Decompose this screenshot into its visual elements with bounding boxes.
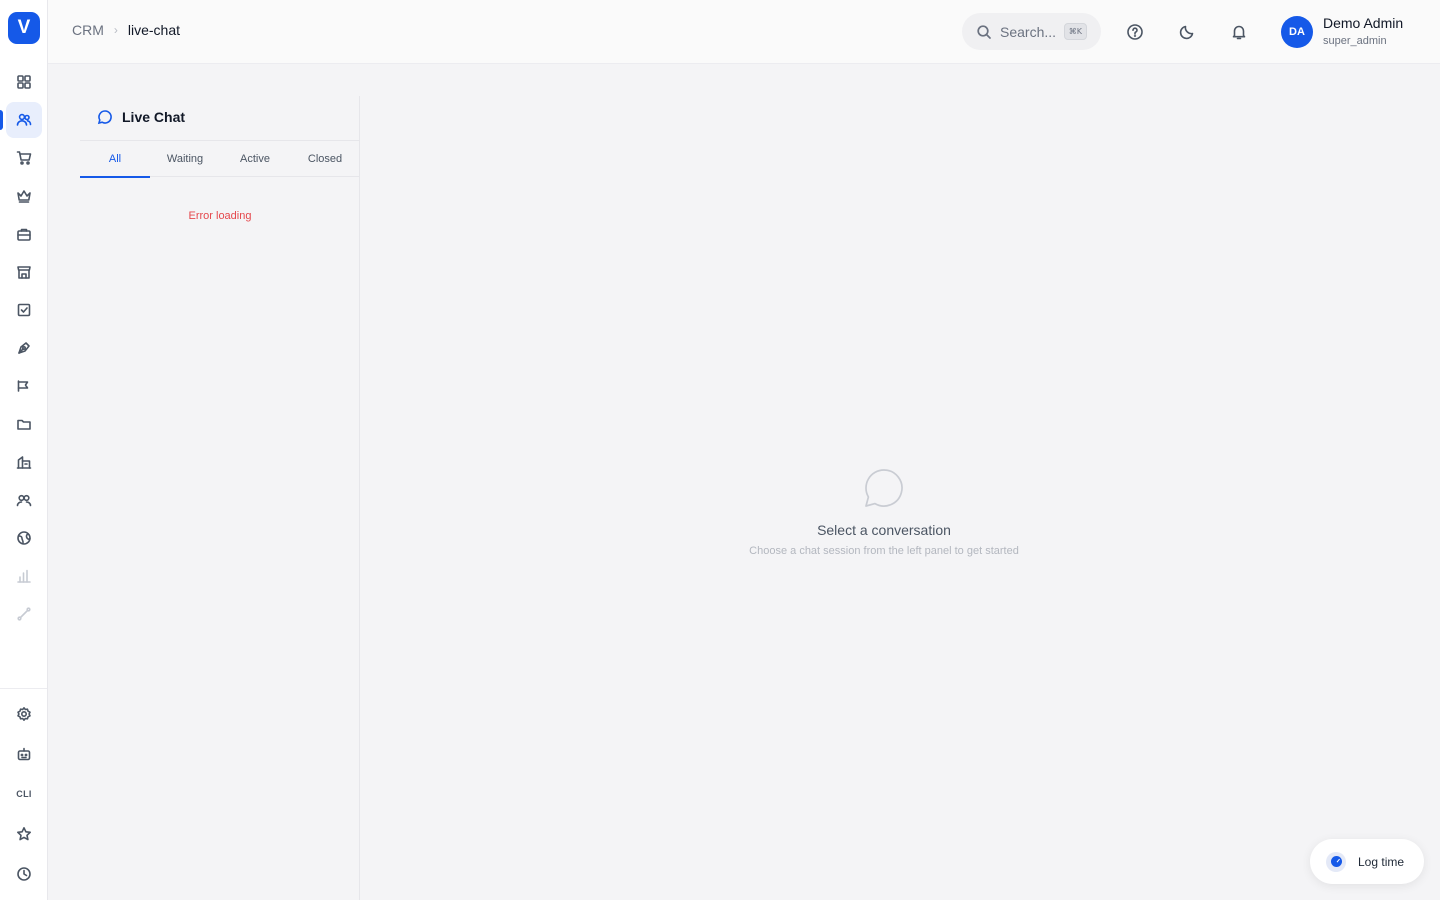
nav-history[interactable] [6, 856, 42, 892]
nav-settings[interactable] [6, 696, 42, 732]
user-name[interactable]: Demo Admin [1323, 15, 1403, 31]
nav-marketing[interactable] [6, 368, 42, 404]
nav-orders[interactable] [6, 140, 42, 176]
nav-tasks[interactable] [6, 292, 42, 328]
empty-chat-icon [865, 469, 903, 507]
nav-favorites[interactable] [6, 816, 42, 852]
nav-team[interactable] [6, 482, 42, 518]
tab-active[interactable]: Active [220, 141, 290, 177]
nav-companies[interactable] [6, 444, 42, 480]
breadcrumb: CRM › live-chat [72, 22, 180, 38]
bar-chart-icon [17, 569, 31, 583]
folder-icon [17, 419, 31, 430]
top-header: CRM › live-chat Search... ⌘K DA Demo Adm… [48, 0, 1440, 64]
empty-state-title: Select a conversation [817, 522, 951, 538]
bot-icon [17, 747, 31, 761]
store-icon [17, 266, 31, 279]
megaphone-icon [17, 380, 29, 392]
logo-letter: V [17, 17, 31, 38]
empty-state-subtitle: Choose a chat session from the left pane… [749, 545, 1019, 557]
nav-cli[interactable]: CLI [6, 776, 42, 812]
search-shortcut: ⌘K [1063, 23, 1087, 40]
sidebar-divider [0, 688, 47, 689]
app-logo[interactable]: V [8, 12, 40, 44]
tab-closed[interactable]: Closed [290, 141, 360, 177]
nav-dashboard[interactable] [6, 64, 42, 100]
active-indicator [0, 110, 3, 130]
tab-all[interactable]: All [80, 141, 150, 178]
log-time-label: Log time [1358, 854, 1405, 869]
briefcase-icon [17, 228, 31, 241]
error-message: Error loading [188, 210, 252, 222]
clock-icon [17, 867, 31, 881]
search-placeholder: Search... [1000, 23, 1057, 40]
chat-list-panel: Live Chat All Waiting Active Closed Erro… [80, 96, 360, 900]
avatar[interactable]: DA [1281, 16, 1313, 48]
bell-icon [1232, 25, 1246, 40]
notifications-button[interactable] [1227, 20, 1251, 44]
panel-title: Live Chat [97, 109, 185, 125]
search-icon [977, 24, 991, 39]
dashboard-grid-icon [17, 75, 31, 89]
nav-jobs[interactable] [6, 216, 42, 252]
moon-icon [1179, 25, 1194, 40]
settings-icon [17, 707, 31, 721]
star-icon [17, 827, 31, 841]
crown-icon [17, 190, 31, 203]
breadcrumb-root[interactable]: CRM [72, 22, 104, 38]
sidebar: V CLI [0, 0, 48, 900]
cart-icon [16, 151, 32, 165]
nav-web[interactable] [6, 520, 42, 556]
theme-toggle-button[interactable] [1175, 20, 1199, 44]
pen-tool-icon [18, 342, 30, 354]
nav-reports[interactable] [6, 558, 42, 594]
users-icon [16, 113, 32, 126]
tab-waiting[interactable]: Waiting [150, 141, 220, 177]
route-icon [17, 607, 31, 621]
nav-store[interactable] [6, 254, 42, 290]
search-input[interactable]: Search... ⌘K [962, 13, 1101, 50]
nav-premium[interactable] [6, 178, 42, 214]
empty-state: Select a conversation Choose a chat sess… [704, 466, 1064, 557]
help-button[interactable] [1123, 20, 1147, 44]
log-time-button[interactable]: Log time [1310, 839, 1424, 884]
chat-filter-tabs: All Waiting Active Closed [80, 141, 360, 178]
building-icon [16, 456, 32, 469]
breadcrumb-current: live-chat [127, 22, 181, 38]
chevron-right-icon: › [113, 23, 118, 37]
team-icon [16, 494, 32, 507]
chat-bubble-icon [862, 466, 906, 510]
check-circle-icon [1326, 851, 1346, 872]
cli-icon: CLI [16, 789, 32, 799]
globe-icon [17, 531, 31, 545]
nav-bots[interactable] [6, 736, 42, 772]
nav-crm[interactable] [6, 102, 42, 138]
nav-automation[interactable] [6, 596, 42, 632]
help-icon [1127, 24, 1143, 40]
chat-bubble-icon [97, 110, 112, 125]
nav-design[interactable] [6, 330, 42, 366]
checkbox-icon [17, 303, 31, 317]
nav-files[interactable] [6, 406, 42, 442]
user-role: super_admin [1323, 35, 1387, 47]
panel-title-text: Live Chat [122, 109, 186, 125]
